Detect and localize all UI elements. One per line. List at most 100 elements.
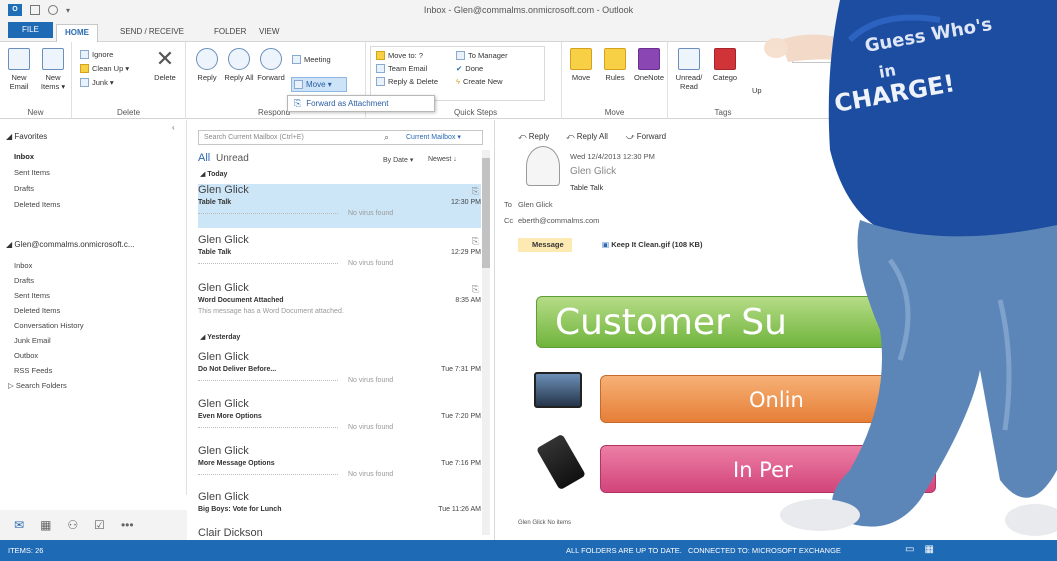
new-items-button[interactable]: New Items ▾ [36,48,70,91]
message-time: Tue 11:26 AM [438,506,481,513]
new-email-button[interactable]: New Email [2,48,36,91]
delete-button[interactable]: ✕ Delete [148,46,182,83]
message-subject-header: Table Talk [570,183,604,192]
search-scope-dropdown[interactable]: Current Mailbox ▾ [406,133,461,141]
qs-done-label: Done [465,64,484,73]
tab-home[interactable]: HOME [56,24,98,42]
scrollbar-thumb[interactable] [482,158,490,268]
collapse-header-icon[interactable]: ⌃ [1022,216,1030,227]
to-value[interactable]: Glen Glick [518,200,553,209]
meeting-button[interactable]: Meeting [292,55,331,64]
close-button[interactable]: ✕ [1038,3,1047,16]
nav-item-deleted-items[interactable]: Deleted Items [14,200,60,209]
qs-move-to[interactable]: Move to: ? [376,51,423,60]
reading-reply-button[interactable]: ⤺ Reply [518,132,549,142]
forward-button[interactable]: Forward [254,48,288,82]
attachment-file[interactable]: ▣ Keep It Clean.gif (108 KB) [602,240,702,249]
nav-item-outbox[interactable]: Outbox [14,351,38,360]
group-today-label: Today [207,171,228,178]
ignore-button[interactable]: Ignore [80,50,113,59]
reading-forward-button[interactable]: ⤻ Forward [626,132,666,142]
junk-icon [80,78,89,87]
maximize-button[interactable]: ▭ [1015,3,1025,16]
clean-up-button[interactable]: Clean Up ▾ [80,64,129,73]
qs-done[interactable]: ✔ Done [456,64,483,73]
window-controls: – ▭ ✕ [997,3,1047,16]
nav-item-drafts[interactable]: Drafts [14,184,34,193]
cc-value[interactable]: eberth@commalms.com [518,216,599,225]
delete-x-icon: ✕ [155,46,175,71]
normal-view-icon[interactable]: ▭ [905,544,914,555]
message-date: Wed 12/4/2013 12:30 PM [570,152,655,161]
list-item[interactable]: Clair Dickson [198,527,481,540]
nav-item-inbox[interactable]: Inbox [14,152,34,161]
more-icon[interactable]: ••• [121,518,134,532]
reply-all-button[interactable]: Reply All [222,48,256,82]
qs-reply-delete[interactable]: Reply & Delete [376,77,438,86]
list-item[interactable]: Glen Glick More Message Options No virus… [198,445,481,489]
list-item[interactable]: Glen Glick Table Talk No virus found ⎘ 1… [198,184,481,228]
rules-button[interactable]: Rules [598,48,632,82]
reply-label: Reply [197,73,217,82]
qs-team-email[interactable]: Team Email [376,64,427,73]
qs-move-to-label: Move to: ? [388,51,424,60]
reading-reply-all-button[interactable]: ⤺ Reply All [566,132,608,142]
delete-label: Delete [154,73,176,82]
nav-item-account-sent-items[interactable]: Sent Items [14,291,50,300]
list-item[interactable]: Glen Glick Do Not Deliver Before... No v… [198,351,481,395]
onenote-label: OneNote [633,73,665,82]
tab-view[interactable]: VIEW [251,24,287,42]
move-dropdown-button[interactable]: Move ▾ [291,77,347,92]
ribbon-group-move: Move Rules OneNote Move [562,42,668,119]
people-icon[interactable]: ⚇ [67,518,78,532]
preview-divider [198,427,338,428]
list-item[interactable]: Glen Glick Table Talk No virus found ⎘ 1… [198,234,481,278]
tab-file[interactable]: FILE [8,22,53,38]
account-header[interactable]: ◢ Glen@commalms.onmicrosoft.c... [6,240,135,249]
filter-all[interactable]: All [198,152,210,164]
mail-icon[interactable]: ✉ [14,518,24,532]
folder-icon [376,51,385,60]
junk-button[interactable]: Junk ▾ [80,78,114,87]
qs-create-new[interactable]: ϟ Create New [456,77,503,86]
list-item[interactable]: Glen Glick Even More Options No virus fo… [198,398,481,442]
nav-item-junk-email[interactable]: Junk Email [14,336,51,345]
tab-folder[interactable]: FOLDER [206,24,254,42]
move-button[interactable]: Move [564,48,598,82]
ribbon-group-new: New Email New Items ▾ New [0,42,72,119]
unread-read-button[interactable]: Unread/ Read [672,48,706,91]
tasks-icon[interactable]: ☑ [94,518,105,532]
calendar-icon[interactable]: ▦ [40,518,51,532]
nav-item-account-drafts[interactable]: Drafts [14,276,34,285]
nav-item-rss-feeds[interactable]: RSS Feeds [14,366,52,375]
sort-order[interactable]: Newest ↓ [428,156,457,163]
categorize-button[interactable]: Catego [708,48,742,82]
sort-dropdown[interactable]: By Date ▾ [383,156,413,164]
search-icon[interactable]: ⌕ [384,132,389,143]
message-from: Glen Glick [198,398,249,410]
reading-view-icon[interactable]: ▦ [924,544,933,555]
collapse-pane-icon[interactable]: ‹ [172,123,175,132]
nav-item-account-deleted-items[interactable]: Deleted Items [14,306,60,315]
nav-item-conversation-history[interactable]: Conversation History [14,321,84,330]
nav-item-sent-items[interactable]: Sent Items [14,168,50,177]
message-sender[interactable]: Glen Glick [570,166,616,177]
reply-delete-icon [376,77,385,86]
minimize-button[interactable]: – [997,3,1003,16]
search-people-input[interactable]: Search Pe [792,49,872,63]
reply-button[interactable]: Reply [190,48,224,82]
message-time: Tue 7:20 PM [441,413,481,420]
qs-to-manager[interactable]: To Manager [456,51,508,60]
favorites-header[interactable]: ◢ Favorites [6,132,47,141]
attachment-message-tab[interactable]: Message [518,238,572,252]
nav-item-account-inbox[interactable]: Inbox [14,261,32,270]
nav-item-search-folders[interactable]: ▷ Search Folders [8,381,67,390]
filter-unread[interactable]: Unread [216,153,249,164]
list-item[interactable]: Glen Glick Word Document Attached This m… [198,282,481,326]
forward-as-attachment-menu-item[interactable]: ⎘ Forward as Attachment [287,95,435,112]
tab-send-receive[interactable]: SEND / RECEIVE [112,24,192,42]
preview-divider [198,380,338,381]
onenote-button[interactable]: OneNote [632,48,666,82]
group-header-yesterday[interactable]: ◢ Yesterday [200,333,240,341]
group-header-today[interactable]: ◢ Today [200,170,227,178]
